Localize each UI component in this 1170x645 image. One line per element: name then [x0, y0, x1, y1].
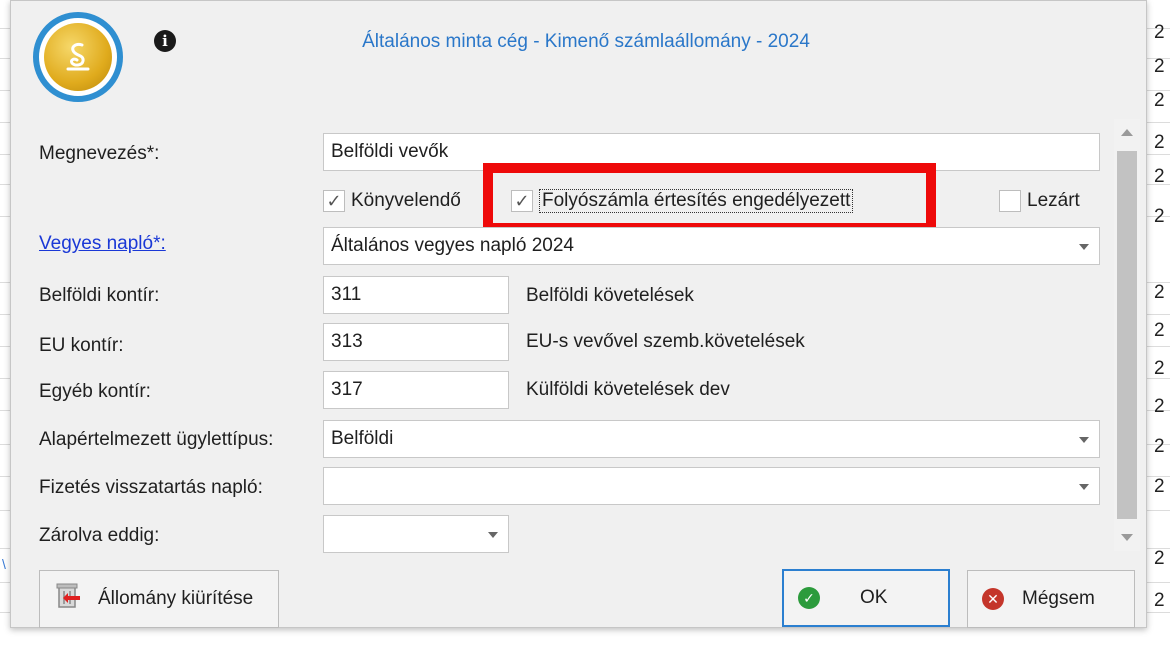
- domestic-account-label: Belföldi kontír:: [39, 285, 160, 306]
- app-logo-icon: [33, 12, 123, 102]
- dialog-window: i Általános minta cég - Kimenő számlaáll…: [10, 0, 1147, 628]
- checkbox-konyvelendo[interactable]: ✓ Könyvelendő: [323, 187, 461, 215]
- journal-link[interactable]: Vegyes napló*:: [39, 233, 166, 255]
- name-label: Megnevezés*:: [39, 143, 160, 164]
- bg-cell-value: 2: [1154, 436, 1165, 457]
- clear-file-button[interactable]: Állomány kiürítése: [39, 570, 279, 628]
- bg-cell-value: 2: [1154, 590, 1165, 611]
- scroll-down-icon[interactable]: [1121, 534, 1133, 541]
- bg-cell-value: 2: [1154, 90, 1165, 111]
- deal-type-label: Alapértelmezett ügylettípus:: [39, 429, 274, 450]
- deal-type-select-value: Belföldi: [331, 428, 394, 449]
- checkbox-konyvelendo-box[interactable]: ✓: [323, 190, 345, 212]
- dialog-title: Általános minta cég - Kimenő számlaállom…: [362, 31, 810, 52]
- bg-cell-value: 2: [1154, 282, 1165, 303]
- clear-file-label: Állomány kiürítése: [98, 588, 254, 609]
- cancel-circle-icon: ✕: [982, 588, 1004, 610]
- bg-cell-value: 2: [1154, 320, 1165, 341]
- bg-cell-value: 2: [1154, 56, 1165, 77]
- bg-cell-value: 2: [1154, 396, 1165, 417]
- ok-label: OK: [860, 587, 888, 608]
- domestic-account-description: Belföldi követelések: [526, 285, 694, 306]
- eu-account-label: EU kontír:: [39, 335, 124, 356]
- chevron-down-icon[interactable]: [1079, 437, 1089, 443]
- retention-journal-select[interactable]: [323, 467, 1100, 505]
- eu-account-input[interactable]: 313: [323, 323, 509, 361]
- other-account-description: Külföldi követelések dev: [526, 379, 730, 400]
- cancel-button[interactable]: ✕ Mégsem: [967, 570, 1135, 628]
- form-scrollbar[interactable]: [1114, 119, 1140, 551]
- bg-cell-value: 2: [1154, 476, 1165, 497]
- checkbox-konyvelendo-label: Könyvelendő: [351, 190, 461, 211]
- locked-until-label: Zárolva eddig:: [39, 525, 160, 546]
- journal-select-value: Általános vegyes napló 2024: [331, 235, 574, 256]
- scrollbar-thumb[interactable]: [1117, 151, 1137, 519]
- bg-cell-value: 2: [1154, 358, 1165, 379]
- highlight-annotation-box: [483, 163, 936, 233]
- eu-account-description: EU-s vevővel szemb.követelések: [526, 331, 805, 352]
- other-account-input[interactable]: 317: [323, 371, 509, 409]
- chevron-down-icon[interactable]: [1079, 484, 1089, 490]
- ok-button[interactable]: ✓ OK: [782, 569, 950, 627]
- bg-cell-mark: \: [2, 556, 6, 572]
- retention-journal-label: Fizetés visszatartás napló:: [39, 477, 263, 498]
- cancel-label: Mégsem: [1022, 588, 1095, 609]
- bg-cell-value: 2: [1154, 132, 1165, 153]
- domestic-account-input[interactable]: 311: [323, 276, 509, 314]
- bg-cell-value: 2: [1154, 548, 1165, 569]
- bg-cell-value: 2: [1154, 166, 1165, 187]
- checkbox-lezart-label: Lezárt: [1027, 190, 1080, 211]
- chevron-down-icon[interactable]: [488, 532, 498, 538]
- chevron-down-icon[interactable]: [1079, 244, 1089, 250]
- checkbox-lezart-box[interactable]: [999, 190, 1021, 212]
- bg-cell-value: 2: [1154, 22, 1165, 43]
- deal-type-select[interactable]: Belföldi: [323, 420, 1100, 458]
- bg-cell-value: 2: [1154, 206, 1165, 227]
- journal-select[interactable]: Általános vegyes napló 2024: [323, 227, 1100, 265]
- trash-icon: [54, 581, 82, 617]
- checkbox-lezart[interactable]: Lezárt: [999, 187, 1080, 215]
- other-account-label: Egyéb kontír:: [39, 381, 151, 402]
- locked-until-select[interactable]: [323, 515, 509, 553]
- scroll-up-icon[interactable]: [1121, 129, 1133, 136]
- check-circle-icon: ✓: [798, 587, 820, 609]
